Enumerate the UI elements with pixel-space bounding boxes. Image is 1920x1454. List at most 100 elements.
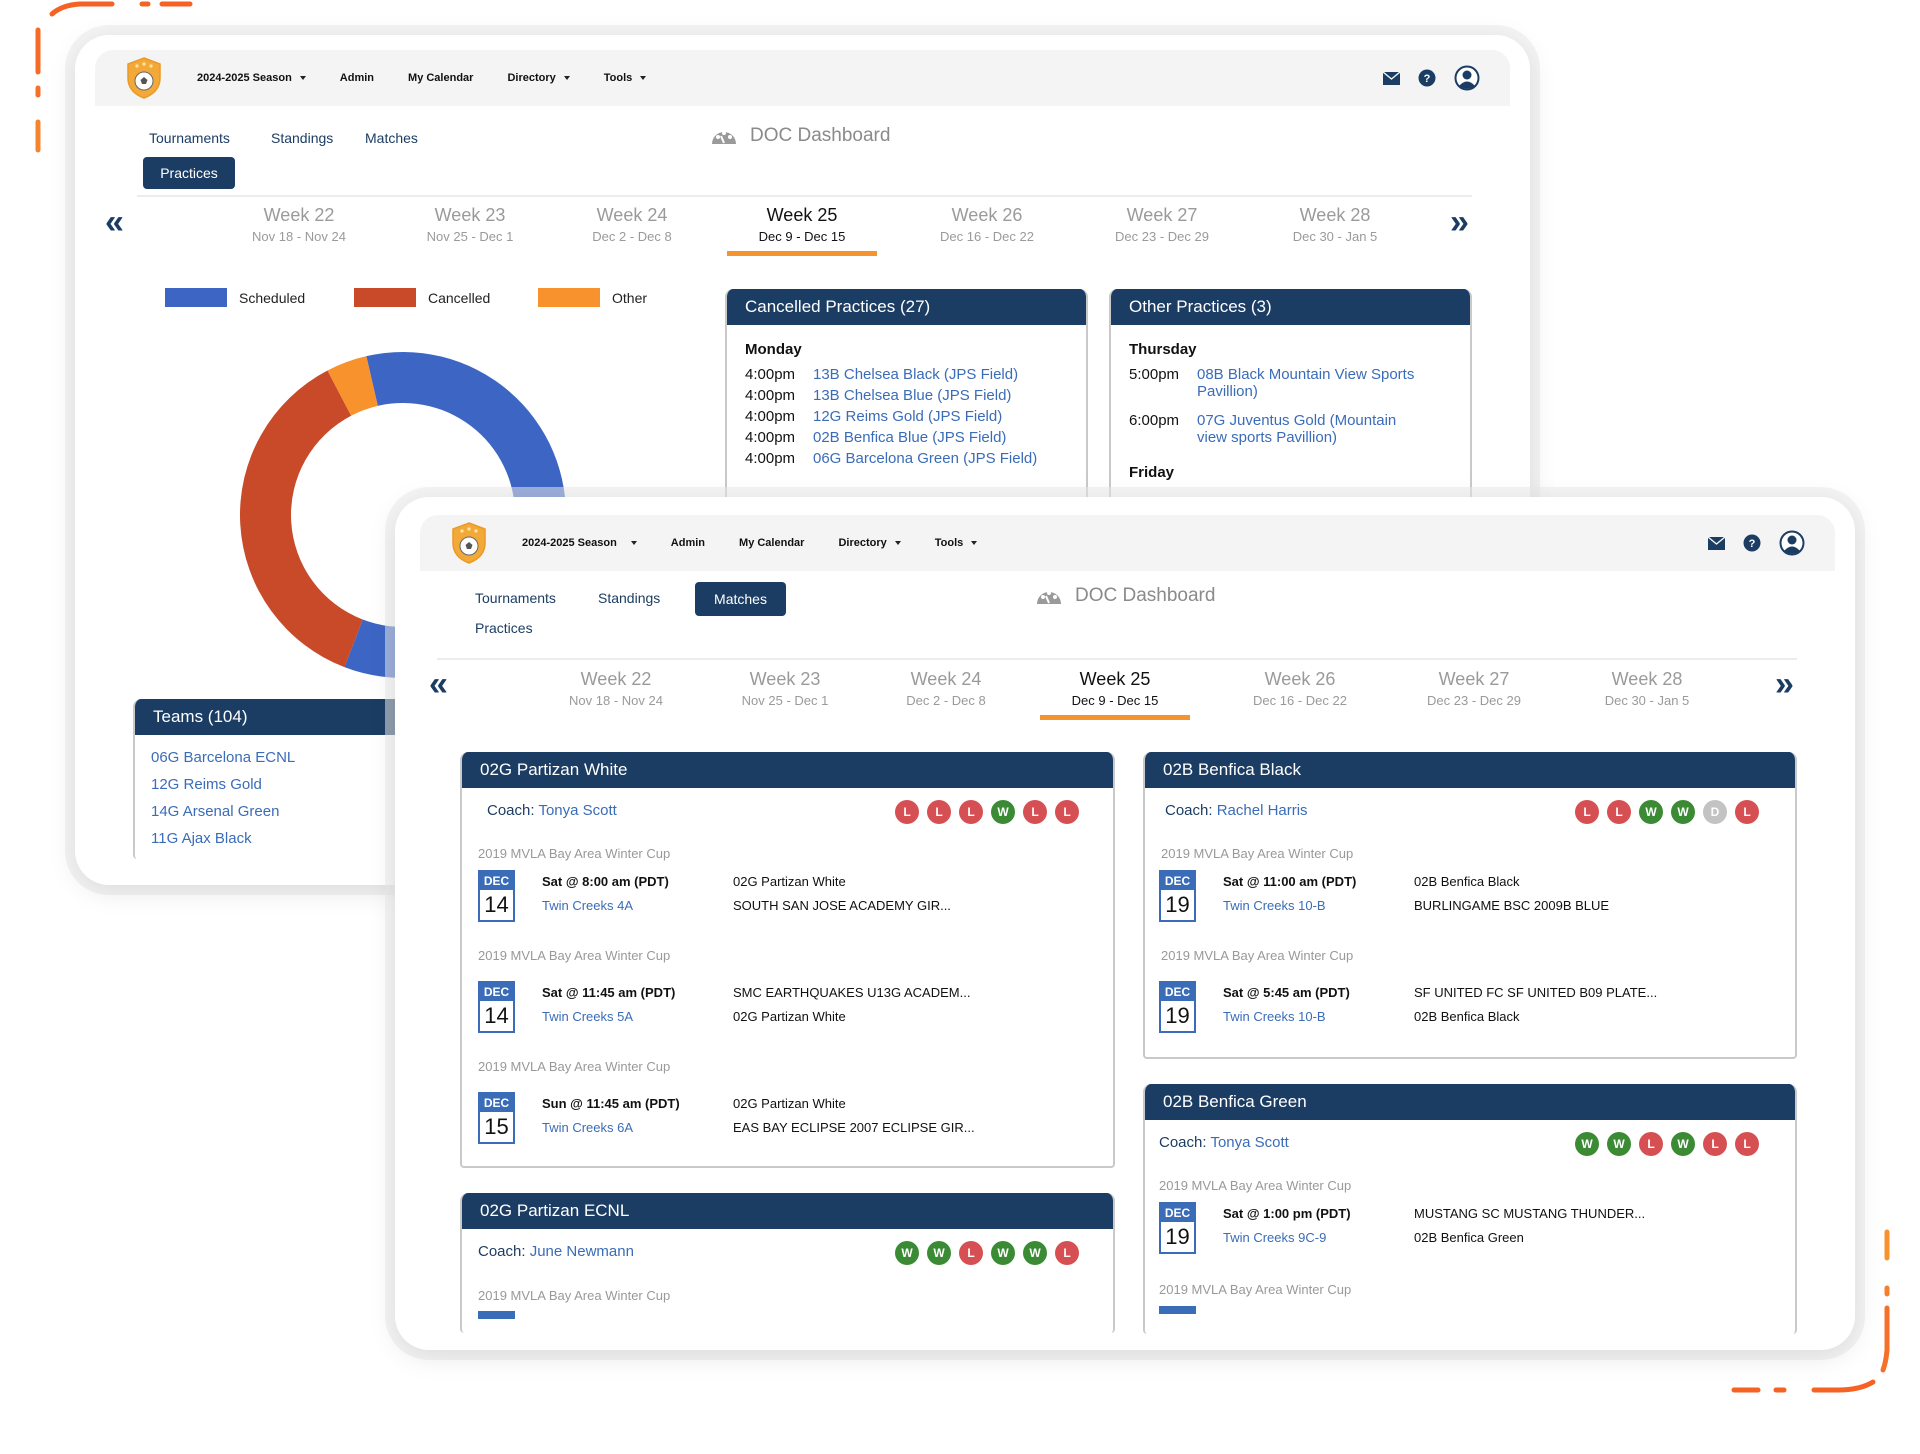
week-item[interactable]: Week 26 Dec 16 - Dec 22 (912, 205, 1062, 244)
week-item[interactable]: Week 22 Nov 18 - Nov 24 (224, 205, 374, 244)
user-icon[interactable] (1454, 65, 1480, 91)
season-dropdown[interactable]: 2024-2025 Season (522, 537, 637, 549)
week-item[interactable]: Week 28 Dec 30 - Jan 5 (1260, 205, 1410, 244)
week-item[interactable]: Week 27 Dec 23 - Dec 29 (1399, 669, 1549, 708)
next-weeks-icon[interactable]: » (1775, 667, 1794, 701)
coach-link[interactable]: Tonya Scott (1210, 1134, 1288, 1151)
season-dropdown[interactable]: 2024-2025 Season (197, 72, 306, 84)
tools-label: Tools (603, 72, 633, 84)
practice-row: 4:00pm 12G Reims Gold (JPS Field) (745, 408, 1068, 425)
practice-team-link[interactable]: 02B Benfica Blue (JPS Field) (813, 429, 1006, 446)
prev-weeks-icon[interactable]: « (105, 205, 124, 239)
match-location-link[interactable]: Twin Creeks 9C-9 (1223, 1230, 1326, 1245)
nav-my-calendar[interactable]: My Calendar (739, 537, 804, 549)
tools-dropdown[interactable]: Tools (935, 537, 978, 549)
calendar-date-icon: DEC 14 (478, 981, 515, 1033)
week-item[interactable]: Week 24 Dec 2 - Dec 8 (557, 205, 707, 244)
week-item[interactable]: Week 23 Nov 25 - Dec 1 (710, 669, 860, 708)
away-team: SOUTH SAN JOSE ACADEMY GIR... (733, 898, 951, 913)
result-badge-loss: L (959, 1241, 983, 1265)
nav-admin[interactable]: Admin (340, 72, 374, 84)
user-icon[interactable] (1779, 530, 1805, 556)
match-time: Sat @ 5:45 am (PDT) (1223, 985, 1350, 1000)
practice-team-link[interactable]: 06G Barcelona Green (JPS Field) (813, 450, 1037, 467)
match-row[interactable]: DEC 14 Sat @ 8:00 am (PDT) Twin Creeks 4A… (478, 870, 1078, 924)
mail-icon[interactable] (1708, 536, 1725, 550)
week-item[interactable]: Week 24 Dec 2 - Dec 8 (871, 669, 1021, 708)
practice-row: 4:00pm 02B Benfica Blue (JPS Field) (745, 429, 1068, 446)
tab-standings[interactable]: Standings (598, 590, 660, 606)
practice-team-link[interactable]: 12G Reims Gold (JPS Field) (813, 408, 1002, 425)
directory-dropdown[interactable]: Directory (838, 537, 901, 549)
header-icons: ? (1383, 65, 1480, 91)
result-badge-win: W (1639, 800, 1663, 824)
coach-link[interactable]: Rachel Harris (1217, 802, 1308, 819)
match-row[interactable]: DEC 15 Sun @ 11:45 am (PDT) Twin Creeks 6… (478, 1092, 1078, 1146)
practice-row: 6:00pm 07G Juventus Gold (Mountain view s… (1129, 412, 1452, 446)
svg-text:?: ? (1424, 73, 1431, 85)
team-match-card: 02G Partizan ECNL Coach: June Newmann WW… (460, 1193, 1115, 1333)
home-team: 02G Partizan White (733, 1096, 846, 1111)
match-location-link[interactable]: Twin Creeks 6A (542, 1120, 633, 1135)
week-item[interactable]: Week 26 Dec 16 - Dec 22 (1225, 669, 1375, 708)
cancelled-practices-list: Monday 4:00pm 13B Chelsea Black (JPS Fiel… (727, 325, 1086, 483)
tab-tournaments[interactable]: Tournaments (475, 590, 556, 606)
dashboard-title-text: DOC Dashboard (1075, 585, 1216, 606)
chevron-down-icon (971, 541, 978, 545)
practice-team-link[interactable]: 13B Chelsea Black (JPS Field) (813, 366, 1018, 383)
practice-time: 4:00pm (745, 366, 796, 383)
day-heading: Thursday (1129, 341, 1197, 358)
week-item[interactable]: Week 28 Dec 30 - Jan 5 (1572, 669, 1722, 708)
result-badge-win: W (991, 1241, 1015, 1265)
tournament-name: 2019 MVLA Bay Area Winter Cup (1159, 1282, 1352, 1297)
header-icons: ? (1708, 530, 1805, 556)
match-location-link[interactable]: Twin Creeks 5A (542, 1009, 633, 1024)
club-shield-logo-icon[interactable] (450, 521, 488, 565)
mail-icon[interactable] (1383, 71, 1400, 85)
match-location-link[interactable]: Twin Creeks 10-B (1223, 898, 1326, 913)
legend-cancelled: Cancelled (354, 288, 490, 307)
tournament-name: 2019 MVLA Bay Area Winter Cup (478, 846, 671, 861)
week-item-active[interactable]: Week 25 Dec 9 - Dec 15 (727, 205, 877, 256)
help-icon[interactable]: ? (1743, 534, 1761, 552)
match-location-link[interactable]: Twin Creeks 10-B (1223, 1009, 1326, 1024)
tools-dropdown[interactable]: Tools (604, 72, 647, 84)
tab-matches[interactable]: Matches (365, 130, 418, 146)
tab-matches-active[interactable]: Matches (695, 582, 786, 616)
decorative-dashed-corner-bottom-right (1731, 1229, 1890, 1393)
tab-tournaments[interactable]: Tournaments (149, 130, 230, 146)
nav-my-calendar[interactable]: My Calendar (408, 72, 473, 84)
away-team: 02B Benfica Green (1414, 1230, 1524, 1245)
match-row[interactable]: DEC 14 Sat @ 11:45 am (PDT) Twin Creeks 5… (478, 981, 1078, 1035)
directory-dropdown[interactable]: Directory (507, 72, 570, 84)
practice-team-link[interactable]: 13B Chelsea Blue (JPS Field) (813, 387, 1011, 404)
coach-link[interactable]: June Newmann (530, 1243, 634, 1260)
week-item[interactable]: Week 22 Nov 18 - Nov 24 (541, 669, 691, 708)
practice-team-link[interactable]: 08B Black Mountain View Sports Pavillion… (1197, 366, 1417, 400)
club-shield-logo-icon[interactable] (125, 56, 163, 100)
next-weeks-icon[interactable]: » (1450, 205, 1469, 239)
week-item[interactable]: Week 27 Dec 23 - Dec 29 (1087, 205, 1237, 244)
practice-team-link[interactable]: 07G Juventus Gold (Mountain view sports … (1197, 412, 1417, 446)
practice-time: 4:00pm (745, 429, 796, 446)
help-icon[interactable]: ? (1418, 69, 1436, 87)
match-row[interactable]: DEC 19 Sat @ 11:00 am (PDT) Twin Creeks 1… (1159, 870, 1759, 924)
match-location-link[interactable]: Twin Creeks 4A (542, 898, 633, 913)
tab-practices[interactable]: Practices (475, 620, 533, 636)
tab-standings[interactable]: Standings (271, 130, 333, 146)
week-item-active[interactable]: Week 25 Dec 9 - Dec 15 (1040, 669, 1190, 720)
result-badge-win: W (1575, 1132, 1599, 1156)
match-row[interactable]: DEC 19 Sat @ 5:45 am (PDT) Twin Creeks 10… (1159, 981, 1759, 1035)
match-row[interactable]: DEC 19 Sat @ 1:00 pm (PDT) Twin Creeks 9C… (1159, 1202, 1759, 1256)
tournament-name: 2019 MVLA Bay Area Winter Cup (1161, 948, 1354, 963)
result-badge-win: W (927, 1241, 951, 1265)
divider (137, 195, 1472, 197)
coach-link[interactable]: Tonya Scott (538, 802, 616, 819)
tools-label: Tools (934, 537, 964, 549)
nav-admin[interactable]: Admin (671, 537, 705, 549)
team-match-card: 02G Partizan White Coach: Tonya Scott LL… (460, 752, 1115, 1168)
tab-practices-active[interactable]: Practices (143, 157, 235, 189)
result-badge-win: W (1607, 1132, 1631, 1156)
week-item[interactable]: Week 23 Nov 25 - Dec 1 (395, 205, 545, 244)
prev-weeks-icon[interactable]: « (429, 667, 448, 701)
